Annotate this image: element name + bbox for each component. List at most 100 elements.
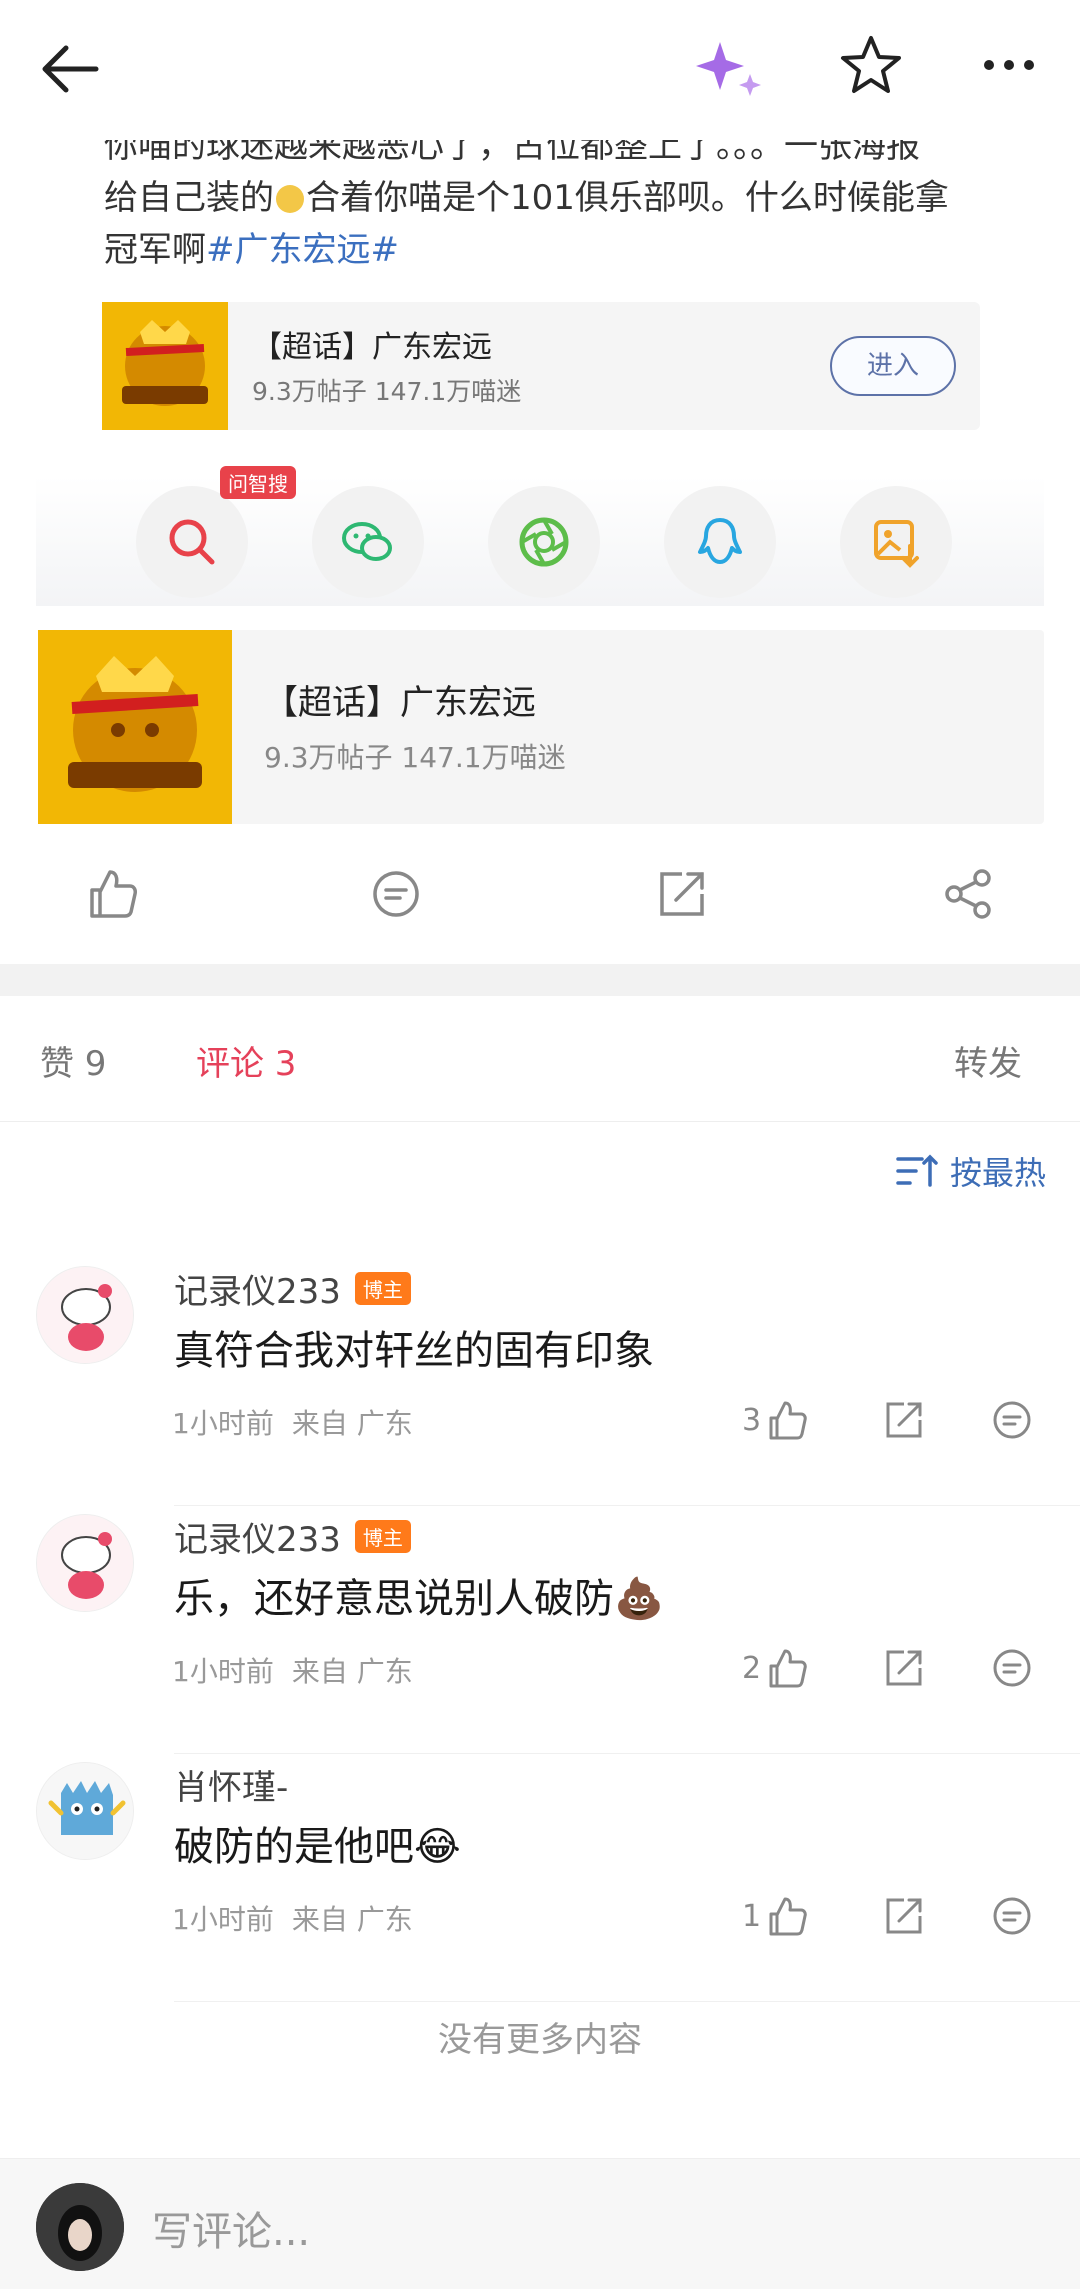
section-divider [0, 964, 1080, 996]
super-topic-card[interactable]: 【超话】广东宏远 9.3万帖子 147.1万喵迷 进入 [102, 302, 980, 430]
like-count: 2 [742, 1650, 762, 1686]
share-row: 问智搜 [36, 466, 1044, 606]
enter-button[interactable]: 进入 [830, 336, 956, 396]
post-action-bar [0, 856, 1080, 936]
ai-sparkle-icon[interactable] [690, 34, 770, 104]
guangdong-logo-icon [102, 302, 228, 430]
comment-location: 来自 广东 [291, 1655, 413, 1688]
topic-title: 【超话】广东宏远 [252, 330, 492, 365]
author-name: 记录仪233 [174, 1272, 341, 1312]
tab-likes[interactable]: 赞 9 [40, 1036, 106, 1085]
comment-input[interactable]: 写评论... [152, 2199, 310, 2257]
topic-title: 【超话】广东宏远 [264, 683, 536, 723]
comment-meta: 1小时前 来自 广东 [172, 1402, 413, 1442]
comment-item: 记录仪233 博主 真符合我对轩丝的固有印象 1小时前 来自 广东 3 [0, 1266, 1080, 1506]
share-icon[interactable] [940, 866, 996, 922]
comment-divider [174, 2001, 1080, 2002]
comment-time: 1小时前 [172, 1655, 274, 1688]
comment-author[interactable]: 记录仪233 博主 [174, 1264, 411, 1313]
back-arrow-icon[interactable] [36, 34, 106, 104]
post-line: 给自己装的 合着你喵是个101俱乐部呗。什么时候能拿 [104, 172, 994, 224]
hashtag-link[interactable]: #广东宏远# [206, 230, 399, 270]
repost-icon[interactable] [882, 1398, 926, 1442]
author-name: 记录仪233 [174, 1520, 341, 1560]
hello-kitty-avatar-icon [37, 1515, 133, 1611]
avatar[interactable] [36, 1266, 134, 1364]
save-image-icon [874, 520, 919, 568]
top-bar [0, 0, 1080, 140]
tab-forward[interactable]: 转发 [954, 1036, 1022, 1085]
post-body: 你喵的球迷越来越恶心了，占位都整上了。。。一张海报 给自己装的 合着你喵是个101… [104, 120, 994, 276]
sort-toggle[interactable]: 按最热 [896, 1148, 1046, 1194]
comment-icon[interactable] [368, 866, 424, 922]
like-count: 3 [742, 1402, 762, 1438]
comment-author[interactable]: 记录仪233 博主 [174, 1512, 411, 1561]
guangdong-logo-icon [38, 630, 232, 824]
comment-composer: 写评论... [0, 2158, 1080, 2289]
comment-like-button[interactable]: 2 [742, 1646, 809, 1690]
search-ai-icon [169, 519, 215, 565]
comment-item: 记录仪233 博主 乐，还好意思说别人破防💩 1小时前 来自 广东 2 [0, 1514, 1080, 1754]
comment-location: 来自 广东 [291, 1903, 413, 1936]
comment-author[interactable]: 肖怀瑾- [174, 1760, 288, 1809]
share-wechat-button[interactable] [312, 486, 424, 598]
share-moments-button[interactable] [488, 486, 600, 598]
post-line: 冠军啊#广东宏远# [104, 224, 994, 276]
sort-label: 按最热 [949, 1154, 1046, 1192]
reply-icon[interactable] [990, 1894, 1034, 1938]
share-ai-search-button[interactable] [136, 486, 248, 598]
like-icon [769, 1897, 807, 1936]
comment-divider [174, 1753, 1080, 1754]
like-icon[interactable] [84, 866, 140, 922]
comment-body: 破防的是他吧 [174, 1824, 414, 1870]
comment-meta: 1小时前 来自 广东 [172, 1650, 413, 1690]
repost-icon[interactable] [882, 1646, 926, 1690]
post-text: 合着你喵是个101俱乐部呗。什么时候能拿 [306, 178, 949, 218]
tab-comments[interactable]: 评论 3 [196, 1036, 296, 1085]
comment-text: 真符合我对轩丝的固有印象 [174, 1318, 654, 1376]
emoji-icon [276, 185, 304, 213]
comment-like-button[interactable]: 1 [742, 1894, 809, 1938]
favorite-star-icon[interactable] [836, 30, 906, 100]
host-badge: 博主 [354, 1520, 411, 1553]
comment-like-button[interactable]: 3 [742, 1398, 809, 1442]
qq-icon [698, 518, 742, 564]
avatar[interactable] [36, 1762, 134, 1860]
wechat-icon [342, 522, 392, 561]
comment-time: 1小时前 [172, 1903, 274, 1936]
comment-text: 乐，还好意思说别人破防💩 [174, 1566, 664, 1624]
user-avatar-icon [36, 2183, 124, 2271]
sort-icon [896, 1154, 938, 1187]
reply-icon[interactable] [990, 1646, 1034, 1690]
comment-time: 1小时前 [172, 1407, 274, 1440]
comment-item: 肖怀瑾- 破防的是他吧😂 1小时前 来自 广东 1 [0, 1762, 1080, 2002]
repost-icon[interactable] [654, 866, 710, 922]
interaction-tabs: 赞 9 评论 3 转发 [0, 996, 1080, 1122]
post-text: 给自己装的 [104, 178, 274, 218]
moments-icon [519, 517, 569, 567]
super-topic-card-large[interactable]: 【超话】广东宏远 9.3万帖子 147.1万喵迷 [38, 630, 1044, 824]
no-more-content: 没有更多内容 [438, 2020, 642, 2060]
like-icon [769, 1401, 807, 1440]
monster-avatar-icon [37, 1763, 133, 1859]
like-icon [769, 1649, 807, 1688]
more-options-icon[interactable] [974, 30, 1044, 100]
author-name: 肖怀瑾- [174, 1768, 289, 1808]
comment-location: 来自 广东 [291, 1407, 413, 1440]
host-badge: 博主 [354, 1272, 411, 1305]
my-avatar[interactable] [36, 2183, 124, 2271]
avatar[interactable] [36, 1514, 134, 1612]
poop-emoji-icon: 💩 [614, 1576, 664, 1622]
share-qq-button[interactable] [664, 486, 776, 598]
comment-divider [174, 1505, 1080, 1506]
reply-icon[interactable] [990, 1398, 1034, 1442]
like-count: 1 [742, 1898, 762, 1934]
topic-stats: 9.3万帖子 147.1万喵迷 [264, 741, 566, 774]
comment-body: 乐，还好意思说别人破防 [174, 1576, 614, 1622]
laughing-emoji-icon: 😂 [414, 1824, 461, 1870]
repost-icon[interactable] [882, 1894, 926, 1938]
save-image-button[interactable] [840, 486, 952, 598]
comment-body: 真符合我对轩丝的固有印象 [174, 1328, 654, 1374]
topic-stats: 9.3万帖子 147.1万喵迷 [252, 377, 522, 406]
ai-search-badge: 问智搜 [220, 466, 296, 499]
